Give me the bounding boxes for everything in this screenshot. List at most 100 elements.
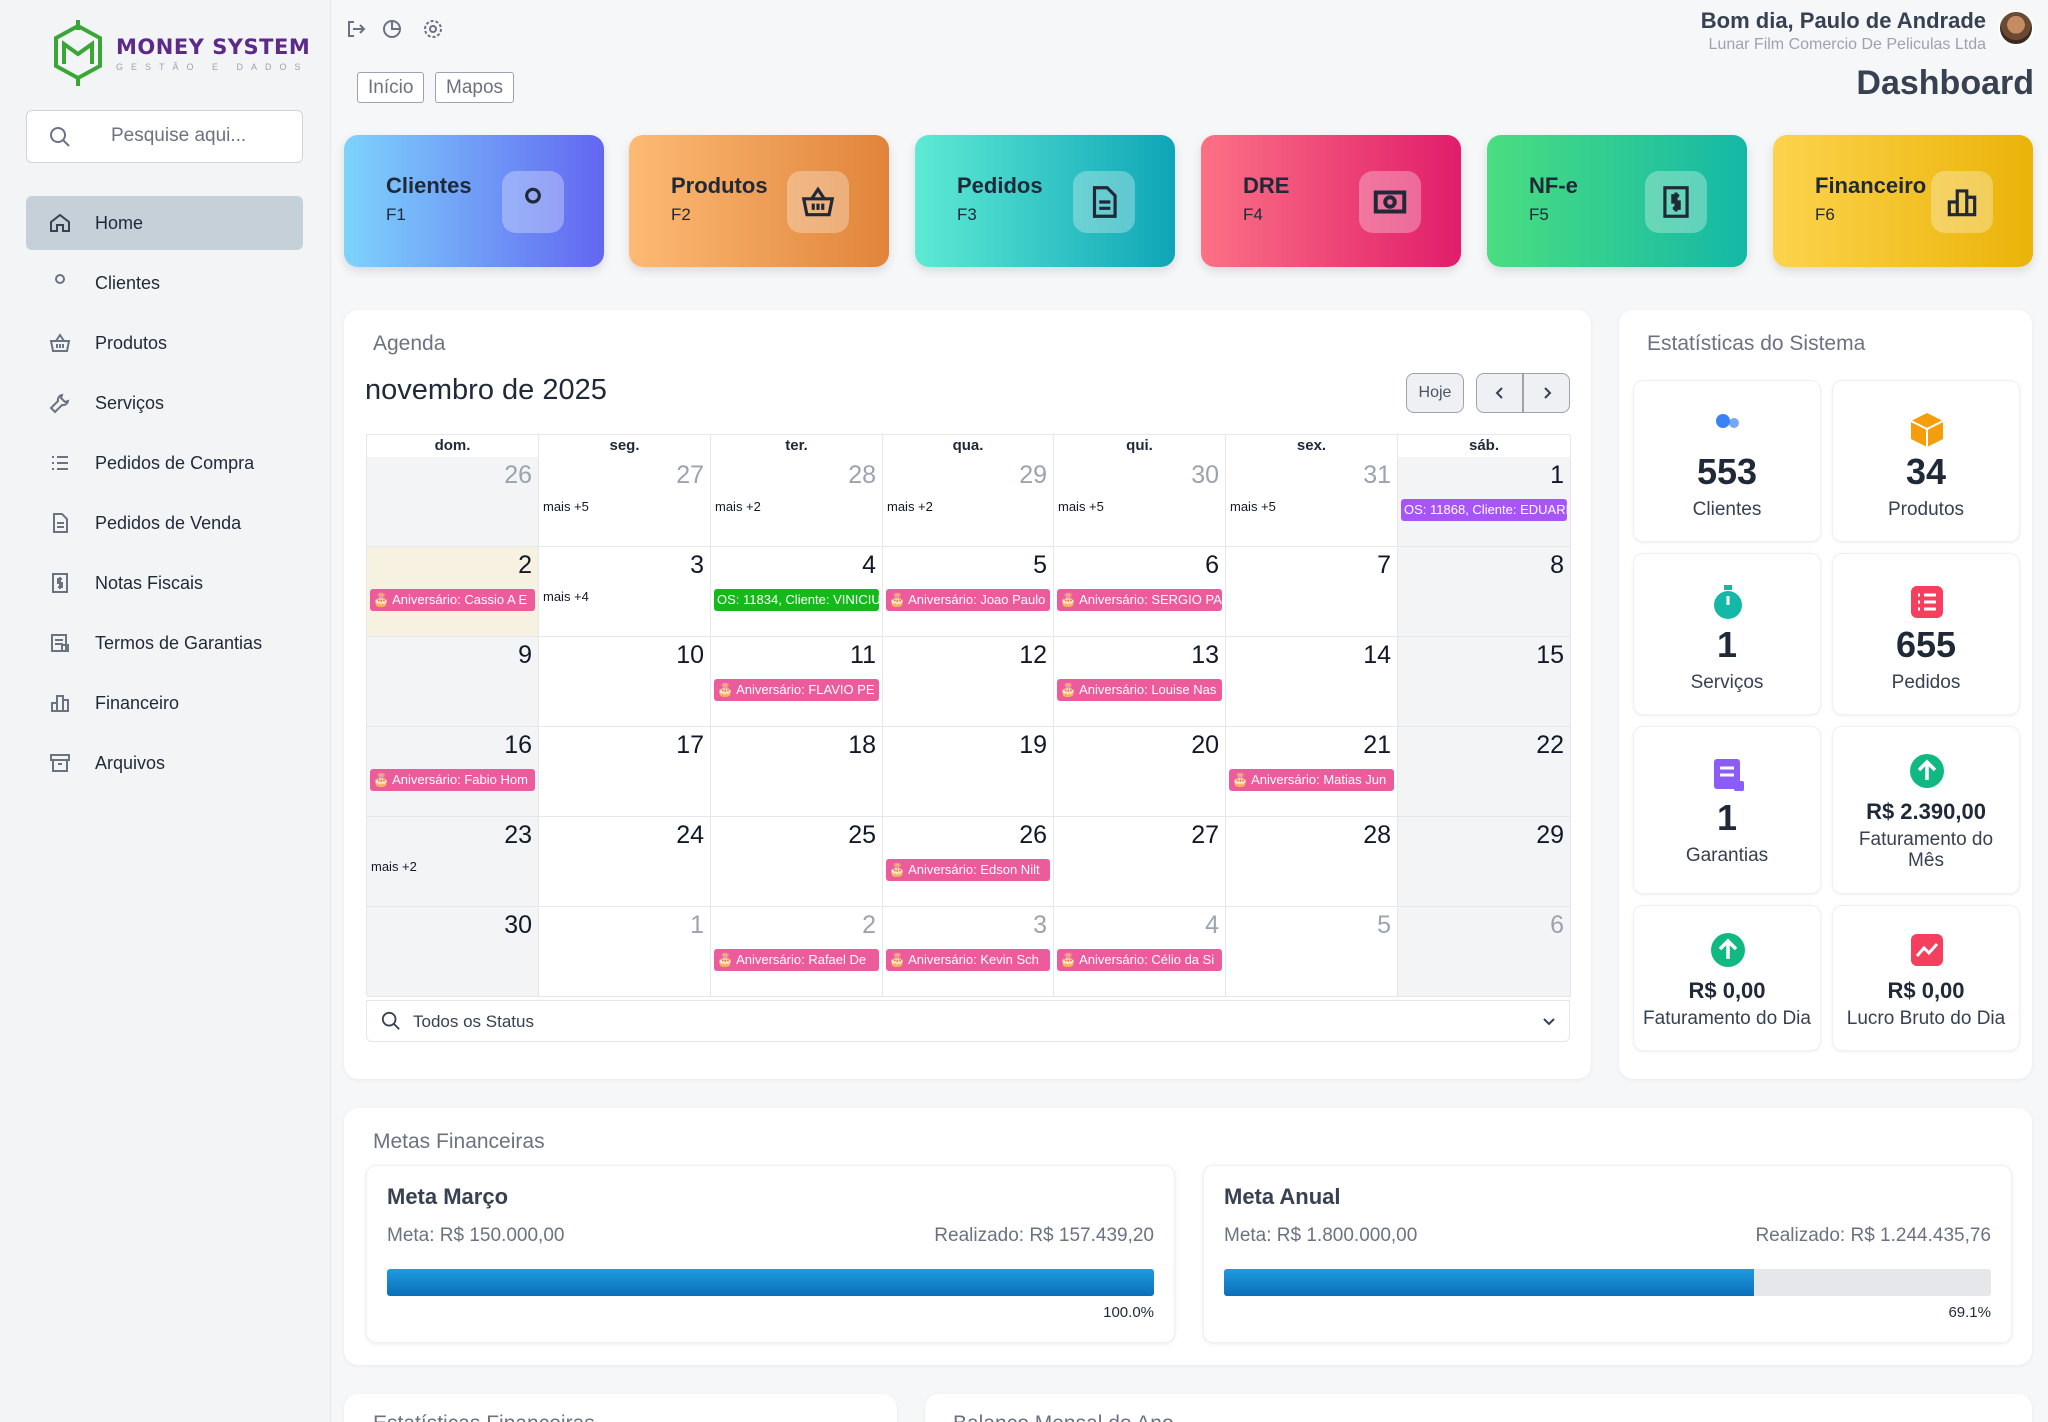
calendar-day-cell[interactable]: 29 mais +2 xyxy=(883,457,1054,547)
calendar-day-cell[interactable]: 31 mais +5 xyxy=(1226,457,1398,547)
pie-chart-icon[interactable] xyxy=(381,18,403,40)
day-number[interactable]: 5 xyxy=(1377,911,1391,940)
calendar-day-cell[interactable]: 28 mais +2 xyxy=(711,457,883,547)
more-events-link[interactable]: mais +2 xyxy=(715,499,761,514)
day-number[interactable]: 1 xyxy=(1550,461,1564,490)
more-events-link[interactable]: mais +5 xyxy=(1230,499,1276,514)
calendar-day-cell[interactable]: 30 xyxy=(367,907,539,997)
day-number[interactable]: 14 xyxy=(1363,641,1391,670)
calendar-day-cell[interactable]: 17 xyxy=(539,727,711,817)
calendar-day-cell[interactable]: 2 🎂 Aniversário: Rafael De xyxy=(711,907,883,997)
status-filter[interactable]: Todos os Status xyxy=(366,1000,1570,1042)
day-number[interactable]: 18 xyxy=(848,731,876,760)
day-number[interactable]: 8 xyxy=(1550,551,1564,580)
calendar-day-cell[interactable]: 1 xyxy=(539,907,711,997)
calendar-day-cell[interactable]: 2 🎂 Aniversário: Cassio A E xyxy=(367,547,539,637)
calendar-day-cell[interactable]: 4 🎂 Aniversário: Célio da Si xyxy=(1054,907,1226,997)
gear-icon[interactable] xyxy=(422,18,444,40)
calendar-day-cell[interactable]: 12 xyxy=(883,637,1054,727)
stat-card[interactable]: 1 Serviços xyxy=(1633,553,1821,715)
shortcut-financeiro[interactable]: Financeiro F6 xyxy=(1773,135,2033,267)
day-number[interactable]: 1 xyxy=(690,911,704,940)
calendar-day-cell[interactable]: 18 xyxy=(711,727,883,817)
breadcrumb-inicio[interactable]: Início xyxy=(357,72,425,103)
prev-month-button[interactable] xyxy=(1476,373,1523,413)
day-number[interactable]: 23 xyxy=(504,821,532,850)
calendar-day-cell[interactable]: 7 xyxy=(1226,547,1398,637)
day-number[interactable]: 2 xyxy=(518,551,532,580)
calendar-day-cell[interactable]: 27 mais +5 xyxy=(539,457,711,547)
day-number[interactable]: 12 xyxy=(1019,641,1047,670)
calendar-day-cell[interactable]: 16 🎂 Aniversário: Fabio Hom xyxy=(367,727,539,817)
day-number[interactable]: 28 xyxy=(1363,821,1391,850)
logo[interactable]: MONEY SYSTEM GESTÃO E DADOS xyxy=(50,20,310,86)
calendar-day-cell[interactable]: 1 OS: 11868, Cliente: EDUARDO xyxy=(1398,457,1571,547)
day-number[interactable]: 6 xyxy=(1205,551,1219,580)
day-number[interactable]: 30 xyxy=(1191,461,1219,490)
calendar-event[interactable]: 🎂 Aniversário: SERGIO PA xyxy=(1057,589,1222,611)
calendar-day-cell[interactable]: 5 🎂 Aniversário: Joao Paulo xyxy=(883,547,1054,637)
day-number[interactable]: 17 xyxy=(676,731,704,760)
day-number[interactable]: 29 xyxy=(1536,821,1564,850)
calendar-day-cell[interactable]: 14 xyxy=(1226,637,1398,727)
sidebar-item-home[interactable]: Home xyxy=(26,196,303,250)
day-number[interactable]: 16 xyxy=(504,731,532,760)
day-number[interactable]: 19 xyxy=(1019,731,1047,760)
calendar-day-cell[interactable]: 26 🎂 Aniversário: Edson Nilt xyxy=(883,817,1054,907)
calendar-day-cell[interactable]: 25 xyxy=(711,817,883,907)
calendar-day-cell[interactable]: 6 xyxy=(1398,907,1571,997)
sidebar-item-pedidos-de-compra[interactable]: Pedidos de Compra xyxy=(26,436,303,490)
calendar-event[interactable]: 🎂 Aniversário: Rafael De xyxy=(714,949,879,971)
calendar-day-cell[interactable]: 21 🎂 Aniversário: Matias Jun xyxy=(1226,727,1398,817)
day-number[interactable]: 15 xyxy=(1536,641,1564,670)
day-number[interactable]: 11 xyxy=(850,641,876,670)
day-number[interactable]: 2 xyxy=(862,911,876,940)
calendar-day-cell[interactable]: 22 xyxy=(1398,727,1571,817)
day-number[interactable]: 10 xyxy=(676,641,704,670)
calendar-event[interactable]: OS: 11868, Cliente: EDUARDO xyxy=(1401,499,1567,521)
calendar-event[interactable]: 🎂 Aniversário: Célio da Si xyxy=(1057,949,1222,971)
calendar-day-cell[interactable]: 28 xyxy=(1226,817,1398,907)
calendar-day-cell[interactable]: 8 xyxy=(1398,547,1571,637)
calendar-event[interactable]: 🎂 Aniversário: Matias Jun xyxy=(1229,769,1394,791)
day-number[interactable]: 25 xyxy=(848,821,876,850)
sidebar-item-termos-de-garantias[interactable]: Termos de Garantias xyxy=(26,616,303,670)
shortcut-produtos[interactable]: Produtos F2 xyxy=(629,135,889,267)
stat-card[interactable]: 553 Clientes xyxy=(1633,380,1821,542)
user-greeting[interactable]: Bom dia, Paulo de Andrade Lunar Film Com… xyxy=(1701,8,1986,54)
day-number[interactable]: 20 xyxy=(1191,731,1219,760)
day-number[interactable]: 27 xyxy=(1191,821,1219,850)
search-input[interactable] xyxy=(111,125,291,147)
day-number[interactable]: 24 xyxy=(676,821,704,850)
day-number[interactable]: 28 xyxy=(848,461,876,490)
day-number[interactable]: 7 xyxy=(1377,551,1391,580)
shortcut-nfe[interactable]: NF-e F5 xyxy=(1487,135,1747,267)
day-number[interactable]: 29 xyxy=(1019,461,1047,490)
day-number[interactable]: 27 xyxy=(676,461,704,490)
sidebar-item-financeiro[interactable]: Financeiro xyxy=(26,676,303,730)
day-number[interactable]: 30 xyxy=(504,911,532,940)
calendar-day-cell[interactable]: 23 mais +2 xyxy=(367,817,539,907)
day-number[interactable]: 5 xyxy=(1033,551,1047,580)
stat-card[interactable]: 34 Produtos xyxy=(1832,380,2020,542)
calendar-day-cell[interactable]: 15 xyxy=(1398,637,1571,727)
sidebar-item-produtos[interactable]: Produtos xyxy=(26,316,303,370)
sidebar-item-pedidos-de-venda[interactable]: Pedidos de Venda xyxy=(26,496,303,550)
day-number[interactable]: 21 xyxy=(1363,731,1391,760)
calendar-day-cell[interactable]: 19 xyxy=(883,727,1054,817)
day-number[interactable]: 13 xyxy=(1191,641,1219,670)
calendar-event[interactable]: 🎂 Aniversário: Louise Nas xyxy=(1057,679,1222,701)
calendar-day-cell[interactable]: 30 mais +5 xyxy=(1054,457,1226,547)
day-number[interactable]: 3 xyxy=(690,551,704,580)
calendar-event[interactable]: OS: 11834, Cliente: VINICIUS xyxy=(714,589,879,611)
more-events-link[interactable]: mais +2 xyxy=(887,499,933,514)
calendar-day-cell[interactable]: 10 xyxy=(539,637,711,727)
calendar-event[interactable]: 🎂 Aniversário: Edson Nilt xyxy=(886,859,1050,881)
day-number[interactable]: 22 xyxy=(1536,731,1564,760)
day-number[interactable]: 4 xyxy=(862,551,876,580)
logout-icon[interactable] xyxy=(345,18,367,40)
calendar-event[interactable]: 🎂 Aniversário: FLAVIO PE xyxy=(714,679,879,701)
more-events-link[interactable]: mais +5 xyxy=(1058,499,1104,514)
day-number[interactable]: 9 xyxy=(518,641,532,670)
stat-card[interactable]: R$ 2.390,00 Faturamento do Mês xyxy=(1832,726,2020,894)
